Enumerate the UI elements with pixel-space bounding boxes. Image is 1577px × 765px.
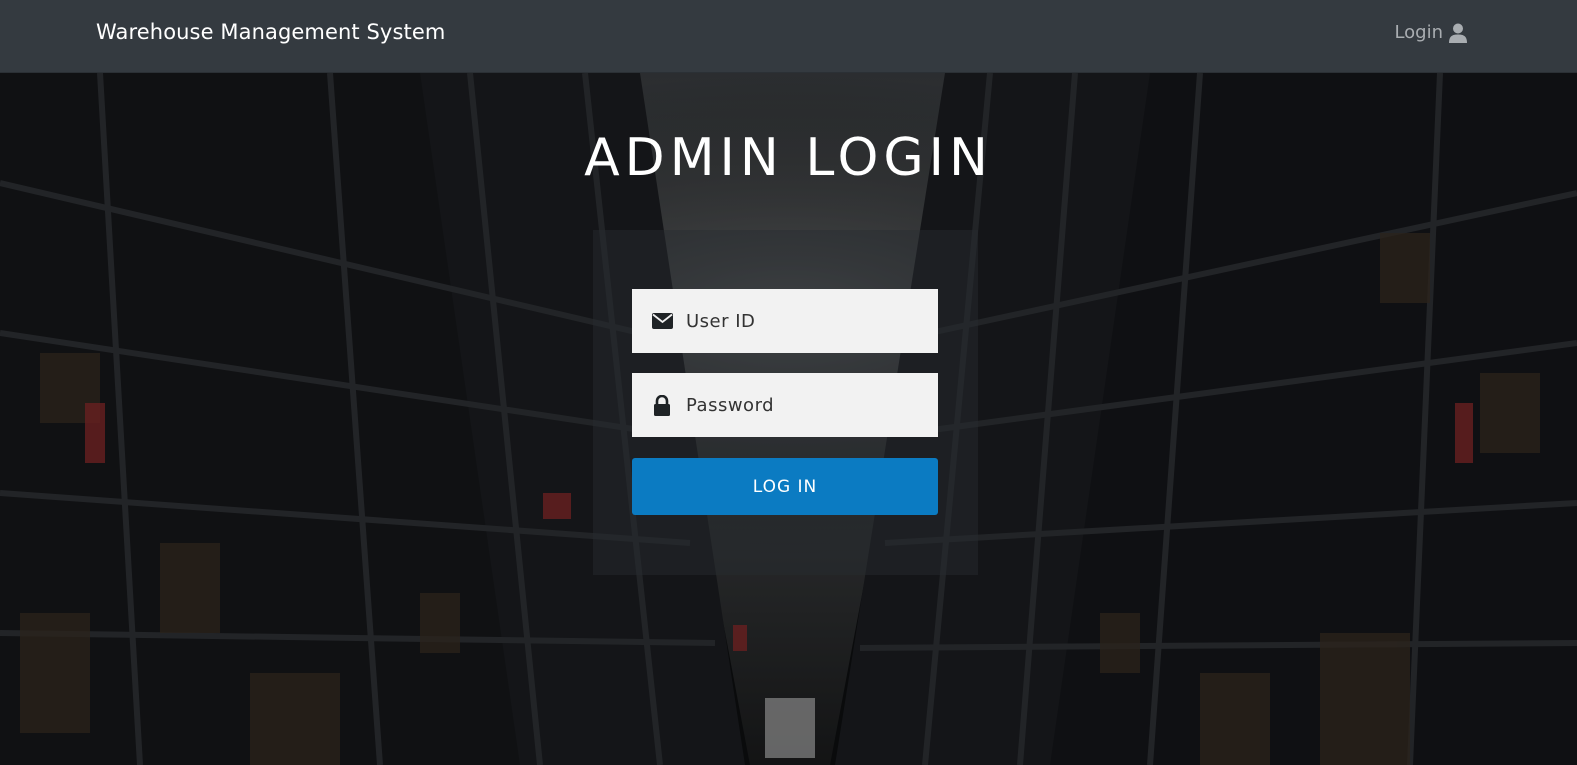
login-form-panel: LOG IN: [593, 230, 978, 575]
login-submit-button[interactable]: LOG IN: [632, 458, 938, 515]
brand-link[interactable]: Warehouse Management System: [96, 20, 445, 44]
user-id-input[interactable]: [684, 309, 928, 333]
password-input[interactable]: [684, 393, 928, 417]
user-icon: [1449, 23, 1467, 43]
top-navbar: Warehouse Management System Login: [0, 0, 1577, 73]
envelope-icon: [651, 313, 673, 329]
user-id-field: [632, 289, 938, 353]
page-title: ADMIN LOGIN: [584, 128, 993, 188]
nav-login-link[interactable]: Login: [1394, 22, 1467, 43]
nav-login-label: Login: [1394, 22, 1443, 43]
password-field: [632, 373, 938, 437]
lock-icon: [651, 394, 673, 416]
login-page: Warehouse Management System Login ADMIN …: [0, 0, 1577, 765]
